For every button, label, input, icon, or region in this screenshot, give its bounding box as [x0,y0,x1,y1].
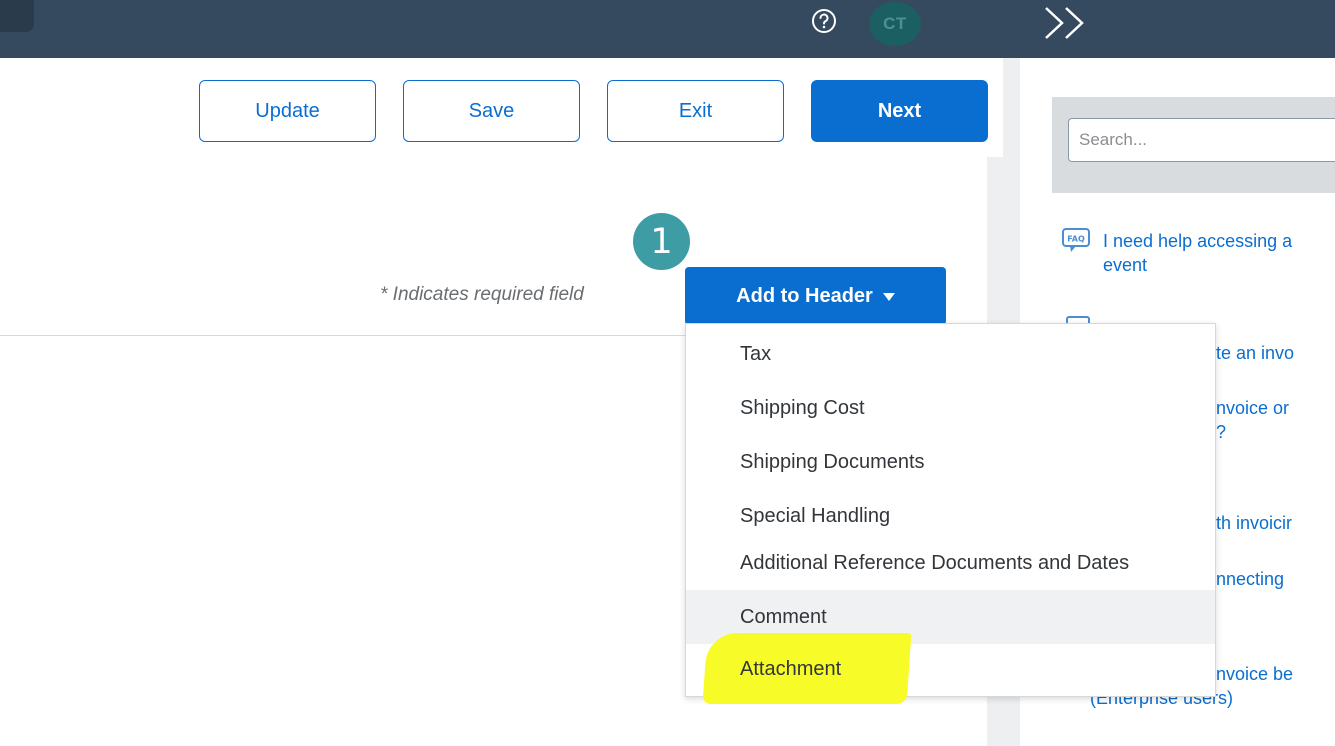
next-button[interactable]: Next [811,80,988,142]
menu-item-additional-reference-documents[interactable]: Additional Reference Documents and Dates [686,536,1215,590]
user-avatar[interactable]: CT [869,2,921,46]
menu-item-special-handling[interactable]: Special Handling [686,489,1215,543]
faq-icon: FAQ [1062,228,1090,252]
menu-item-shipping-cost[interactable]: Shipping Cost [686,381,1215,435]
header-left-tab [0,0,34,32]
help-link-1-line1[interactable]: I need help accessing a [1103,229,1335,253]
required-field-note: * Indicates required field [380,284,584,305]
help-link-4[interactable]: th invoicir [1216,511,1335,535]
help-link-3-line2[interactable]: ? [1216,420,1335,444]
update-button[interactable]: Update [199,80,376,142]
exit-button[interactable]: Exit [607,80,784,142]
shell-header [0,0,1335,58]
help-link-1-line2[interactable]: event [1103,253,1335,277]
save-button[interactable]: Save [403,80,580,142]
menu-item-shipping-documents[interactable]: Shipping Documents [686,435,1215,489]
help-circle-icon[interactable] [811,8,837,34]
menu-item-tax[interactable]: Tax [686,327,1215,381]
help-link-3-line1[interactable]: nvoice or [1216,396,1335,420]
help-search-input[interactable] [1068,118,1335,162]
help-link-6-line1[interactable]: nvoice be [1216,662,1335,686]
help-link-2[interactable]: te an invo [1216,341,1335,365]
add-to-header-label: Add to Header [736,284,873,307]
double-chevron-right-icon[interactable] [1042,6,1092,40]
menu-item-attachment[interactable]: Attachment [686,642,1215,696]
svg-text:FAQ: FAQ [1067,235,1085,244]
caret-down-icon [882,293,895,301]
help-link-5[interactable]: nnecting [1216,567,1335,591]
step-number-badge: 1 [633,213,690,270]
add-to-header-button[interactable]: Add to Header [685,267,946,325]
